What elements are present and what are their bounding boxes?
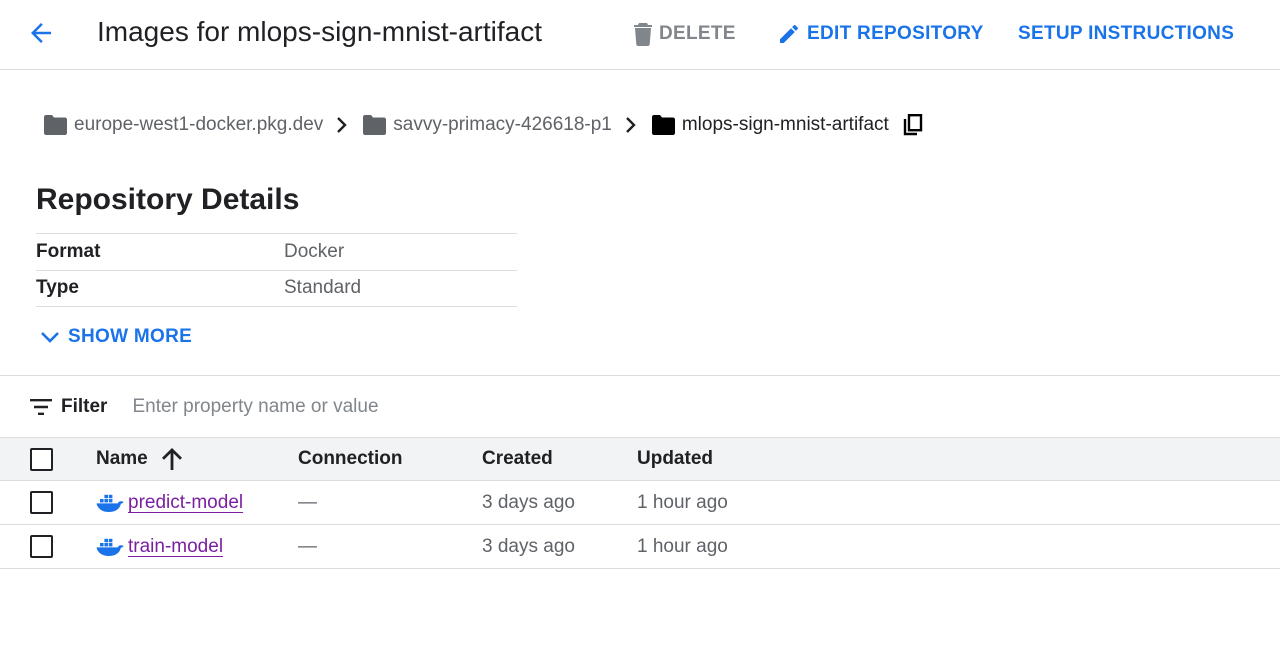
folder-icon bbox=[651, 115, 682, 135]
docker-icon bbox=[96, 537, 124, 557]
breadcrumb: europe-west1-docker.pkg.dev savvy-primac… bbox=[44, 110, 923, 140]
breadcrumb-label: mlops-sign-mnist-artifact bbox=[681, 114, 889, 135]
setup-instructions-label: SETUP INSTRUCTIONS bbox=[1018, 23, 1235, 44]
page-title: Images for mlops-sign-mnist-artifact bbox=[97, 16, 543, 47]
column-header-updated[interactable]: Updated bbox=[637, 438, 713, 480]
repository-details-table: Format Docker Type Standard bbox=[36, 233, 517, 307]
filter-bar: Filter bbox=[0, 375, 1280, 437]
connection-cell: — bbox=[298, 491, 317, 513]
image-link[interactable]: predict-model bbox=[128, 492, 243, 514]
breadcrumb-label: europe-west1-docker.pkg.dev bbox=[74, 114, 324, 135]
trash-icon bbox=[633, 22, 659, 46]
chevron-down-icon bbox=[38, 325, 68, 349]
setup-instructions-button[interactable]: SETUP INSTRUCTIONS bbox=[1018, 20, 1234, 48]
row-checkbox[interactable] bbox=[30, 491, 53, 514]
arrow-up-icon[interactable] bbox=[161, 448, 182, 470]
table-row: predict-model — 3 days ago 1 hour ago bbox=[0, 481, 1280, 525]
created-cell: 3 days ago bbox=[482, 491, 575, 513]
detail-row-type: Type Standard bbox=[36, 271, 517, 307]
pencil-icon bbox=[777, 22, 807, 46]
updated-cell: 1 hour ago bbox=[637, 491, 728, 513]
filter-icon[interactable] bbox=[30, 398, 52, 415]
folder-icon bbox=[363, 115, 393, 135]
chevron-right-icon bbox=[335, 116, 347, 134]
connection-cell: — bbox=[298, 535, 317, 557]
column-header-label: Connection bbox=[298, 448, 403, 469]
filter-label: Filter bbox=[61, 395, 108, 417]
detail-value: Standard bbox=[284, 277, 362, 299]
detail-key: Format bbox=[36, 240, 101, 262]
page-header: Images for mlops-sign-mnist-artifact DEL… bbox=[0, 0, 1280, 70]
images-table: Name Connection Created Updated predict-… bbox=[0, 437, 1280, 569]
copy-icon[interactable] bbox=[903, 114, 923, 136]
table-header: Name Connection Created Updated bbox=[0, 437, 1280, 481]
show-more-label: SHOW MORE bbox=[68, 326, 193, 347]
breadcrumb-label: savvy-primacy-426618-p1 bbox=[393, 114, 612, 135]
back-arrow-icon[interactable] bbox=[26, 18, 56, 48]
filter-input[interactable] bbox=[132, 395, 733, 418]
column-header-label: Created bbox=[482, 448, 553, 469]
row-select-cell bbox=[30, 525, 53, 568]
repository-details-title: Repository Details bbox=[36, 183, 300, 216]
delete-label: DELETE bbox=[659, 23, 736, 44]
image-link[interactable]: train-model bbox=[128, 536, 223, 558]
edit-repository-label: EDIT REPOSITORY bbox=[807, 23, 984, 44]
row-select-cell bbox=[30, 481, 53, 524]
edit-repository-button[interactable]: EDIT REPOSITORY bbox=[777, 20, 984, 48]
delete-button[interactable]: DELETE bbox=[633, 20, 736, 48]
column-header-created[interactable]: Created bbox=[482, 438, 553, 480]
detail-value: Docker bbox=[284, 240, 345, 262]
show-more-button[interactable]: SHOW MORE bbox=[38, 324, 192, 350]
select-all-cell bbox=[30, 438, 53, 480]
docker-icon bbox=[96, 493, 124, 513]
detail-key: Type bbox=[36, 277, 79, 299]
created-cell: 3 days ago bbox=[482, 535, 575, 557]
row-checkbox[interactable] bbox=[30, 535, 53, 558]
image-name-cell: train-model bbox=[96, 525, 223, 568]
breadcrumb-item-host[interactable]: europe-west1-docker.pkg.dev bbox=[44, 114, 323, 136]
column-header-label: Name bbox=[96, 448, 148, 469]
folder-icon bbox=[44, 115, 74, 135]
column-header-label: Updated bbox=[637, 448, 713, 469]
chevron-right-icon bbox=[624, 116, 636, 134]
updated-cell: 1 hour ago bbox=[637, 535, 728, 557]
column-header-connection: Connection bbox=[298, 438, 403, 480]
select-all-checkbox[interactable] bbox=[30, 447, 53, 471]
image-name-cell: predict-model bbox=[96, 481, 243, 524]
detail-row-format: Format Docker bbox=[36, 234, 517, 271]
column-header-name[interactable]: Name bbox=[96, 438, 182, 480]
breadcrumb-item-repository: mlops-sign-mnist-artifact bbox=[651, 114, 889, 136]
table-row: train-model — 3 days ago 1 hour ago bbox=[0, 525, 1280, 569]
breadcrumb-item-project[interactable]: savvy-primacy-426618-p1 bbox=[363, 114, 612, 136]
